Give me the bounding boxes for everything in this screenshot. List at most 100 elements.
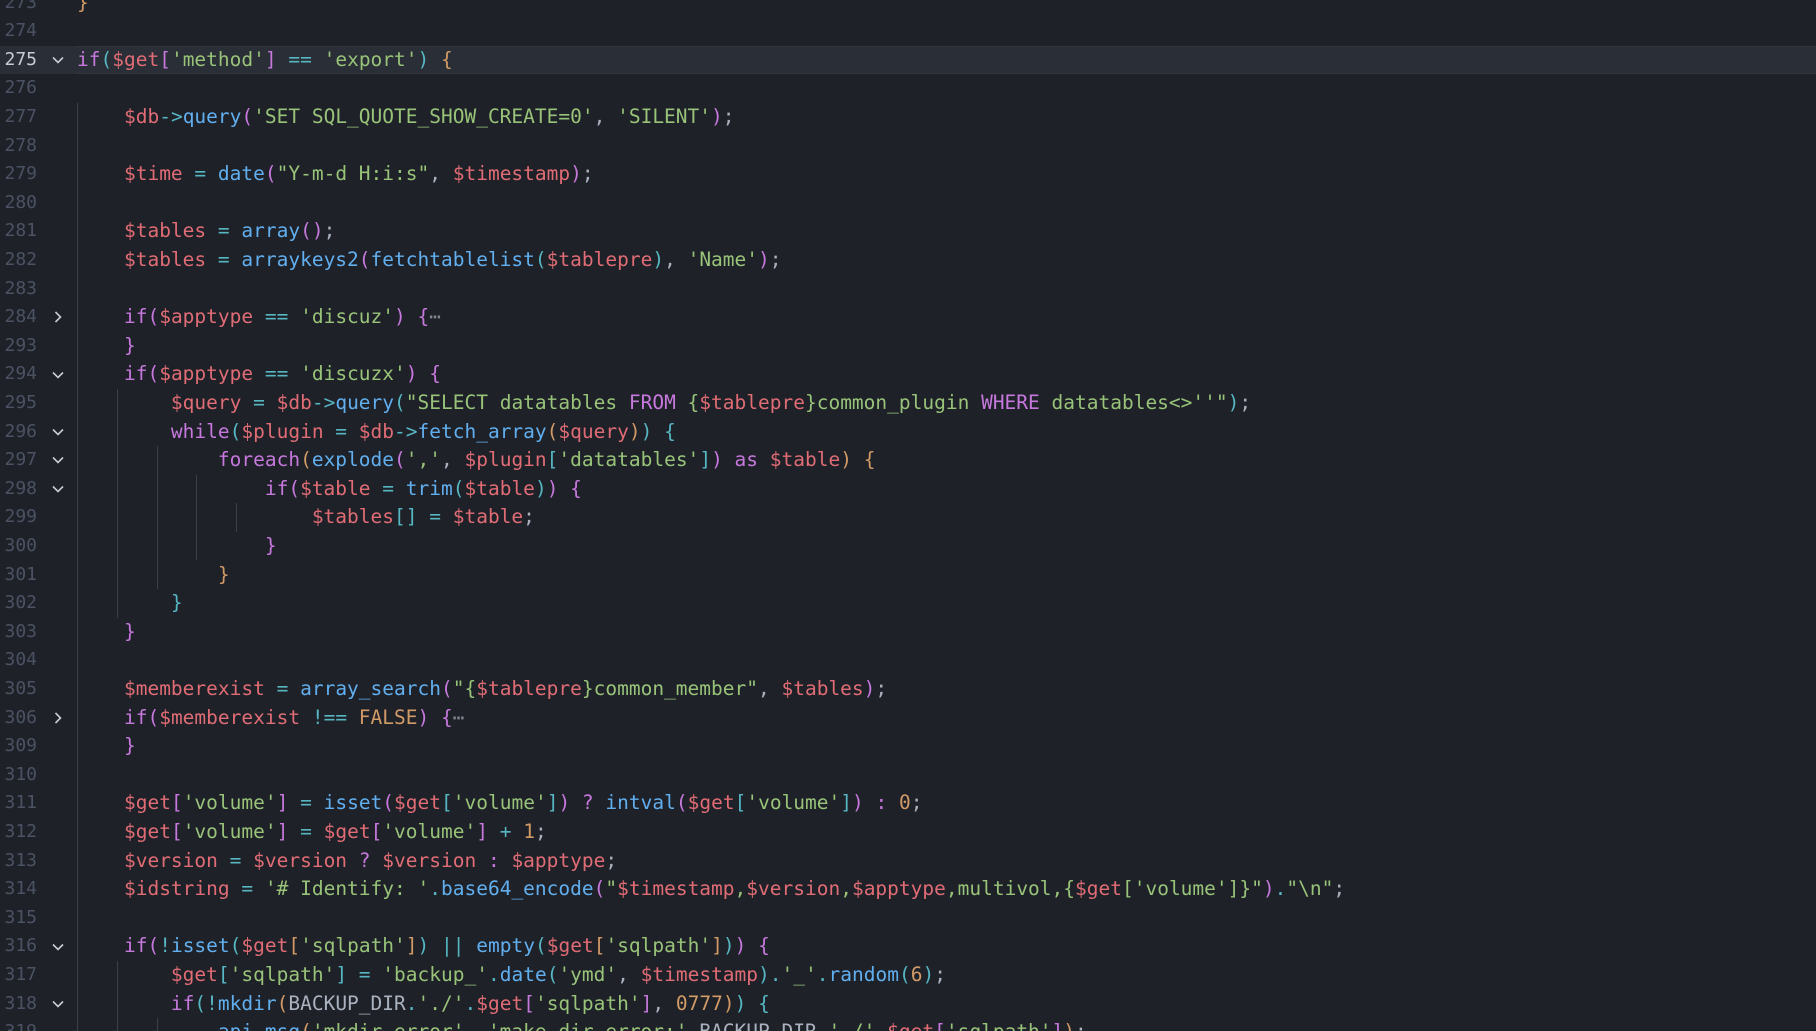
line-number: 277 — [4, 105, 37, 127]
code-line-282[interactable]: 282 $tables = arraykeys2(fetchtablelist(… — [0, 246, 1816, 275]
code-text[interactable]: $tables = arraykeys2(fetchtablelist($tab… — [77, 246, 782, 275]
code-text[interactable]: api_msg('mkdir_error', 'make dir error:'… — [77, 1018, 1087, 1031]
code-token: ] — [699, 448, 712, 472]
line-number: 275 — [4, 48, 37, 70]
code-line-293[interactable]: 293 } — [0, 332, 1816, 361]
code-text[interactable]: } — [77, 532, 277, 561]
code-text[interactable]: $tables = array(); — [77, 217, 335, 246]
code-text[interactable]: if(!mkdir(BACKUP_DIR.'./'.$get['sqlpath'… — [77, 990, 770, 1019]
code-token: ! — [159, 934, 171, 958]
code-token: } — [77, 0, 89, 14]
fold-expanded-toggle[interactable] — [50, 418, 66, 447]
code-line-280[interactable]: 280 — [0, 189, 1816, 218]
fold-expanded-toggle[interactable] — [50, 360, 66, 389]
code-line-278[interactable]: 278 — [0, 132, 1816, 161]
code-text[interactable]: } — [77, 589, 183, 618]
code-line-273[interactable]: 273 } — [0, 0, 1816, 17]
code-line-313[interactable]: 313 $version = $version ? $version : $ap… — [0, 847, 1816, 876]
code-line-299[interactable]: 299 $tables[] = $table; — [0, 503, 1816, 532]
code-token: { — [417, 362, 441, 386]
code-line-311[interactable]: 311 $get['volume'] = isset($get['volume'… — [0, 789, 1816, 818]
code-token: }common_plugin — [804, 390, 982, 414]
code-text[interactable]: while($plugin = $db->fetch_array($query)… — [77, 418, 676, 447]
code-line-284[interactable]: 284 if($apptype == 'discuz') {⋯ — [0, 303, 1816, 332]
fold-expanded-toggle[interactable] — [50, 475, 66, 504]
code-line-315[interactable]: 315 — [0, 904, 1816, 933]
code-line-274[interactable]: 274 — [0, 17, 1816, 46]
code-line-276[interactable]: 276 — [0, 74, 1816, 103]
code-line-305[interactable]: 305 $memberexist = array_search("{$table… — [0, 675, 1816, 704]
code-text[interactable]: $get['volume'] = $get['volume'] + 1; — [77, 818, 547, 847]
code-text[interactable]: if(!isset($get['sqlpath']) || empty($get… — [77, 932, 770, 961]
fold-expanded-toggle[interactable] — [50, 446, 66, 475]
code-token: '# Identify: ' — [264, 877, 430, 901]
code-text[interactable]: if($apptype == 'discuz') {⋯ — [77, 303, 441, 332]
code-line-318[interactable]: 318 if(!mkdir(BACKUP_DIR.'./'.$get['sqlp… — [0, 990, 1816, 1019]
code-token: ( — [675, 791, 688, 815]
code-text[interactable]: if($get['method'] == 'export') { — [77, 46, 453, 75]
code-line-281[interactable]: 281 $tables = array(); — [0, 217, 1816, 246]
code-editor[interactable]: 273 } 274 275 if($get['method'] == 'expo… — [0, 0, 1816, 1031]
code-token: ) — [722, 991, 735, 1015]
fold-collapsed-toggle[interactable] — [50, 704, 66, 733]
code-line-294[interactable]: 294 if($apptype == 'discuzx') { — [0, 360, 1816, 389]
code-line-277[interactable]: 277 $db->query('SET SQL_QUOTE_SHOW_CREAT… — [0, 103, 1816, 132]
code-token: arraykeys2 — [241, 247, 359, 271]
code-token: " — [605, 877, 618, 901]
code-line-314[interactable]: 314 $idstring = '# Identify: '.base64_en… — [0, 875, 1816, 904]
code-line-302[interactable]: 302 } — [0, 589, 1816, 618]
code-text[interactable]: if($memberexist !== FALSE) {⋯ — [77, 704, 465, 733]
line-number: 302 — [4, 592, 37, 614]
fold-expanded-toggle[interactable] — [50, 932, 66, 961]
code-line-300[interactable]: 300 } — [0, 532, 1816, 561]
code-line-317[interactable]: 317 $get['sqlpath'] = 'backup_'.date('ym… — [0, 961, 1816, 990]
line-number: 274 — [4, 20, 37, 42]
code-line-297[interactable]: 297 foreach(explode(',', $plugin['datata… — [0, 446, 1816, 475]
code-line-283[interactable]: 283 — [0, 275, 1816, 304]
code-line-310[interactable]: 310 — [0, 761, 1816, 790]
code-line-296[interactable]: 296 while($plugin = $db->fetch_array($qu… — [0, 418, 1816, 447]
code-text[interactable]: $get['volume'] = isset($get['volume']) ?… — [77, 789, 923, 818]
code-text[interactable]: $idstring = '# Identify: '.base64_encode… — [77, 875, 1345, 904]
code-text[interactable]: $get['sqlpath'] = 'backup_'.date('ymd', … — [77, 961, 946, 990]
code-text[interactable]: $db->query('SET SQL_QUOTE_SHOW_CREATE=0'… — [77, 103, 735, 132]
folded-region-ellipsis[interactable]: ⋯ — [453, 706, 465, 729]
fold-collapsed-toggle[interactable] — [50, 303, 66, 332]
code-text[interactable]: if($apptype == 'discuzx') { — [77, 360, 441, 389]
fold-toggle — [50, 818, 66, 847]
code-text[interactable]: $tables[] = $table; — [77, 503, 535, 532]
code-text[interactable]: } — [77, 618, 136, 647]
code-line-309[interactable]: 309 } — [0, 732, 1816, 761]
code-line-319[interactable]: 319 api_msg('mkdir_error', 'make dir err… — [0, 1018, 1816, 1031]
code-token: ( — [147, 934, 160, 958]
code-text[interactable]: } — [77, 561, 230, 590]
code-line-303[interactable]: 303 } — [0, 618, 1816, 647]
code-line-304[interactable]: 304 — [0, 646, 1816, 675]
code-text[interactable]: } — [77, 332, 136, 361]
code-line-301[interactable]: 301 } — [0, 561, 1816, 590]
code-text[interactable]: $version = $version ? $version : $apptyp… — [77, 847, 617, 876]
code-text[interactable]: if($table = trim($table)) { — [77, 475, 582, 504]
code-line-306[interactable]: 306 if($memberexist !== FALSE) {⋯ — [0, 704, 1816, 733]
code-line-298[interactable]: 298 if($table = trim($table)) { — [0, 475, 1816, 504]
fold-expanded-toggle[interactable] — [50, 46, 66, 75]
code-line-275[interactable]: 275 if($get['method'] == 'export') { — [0, 45, 1816, 75]
code-text[interactable]: foreach(explode(',', $plugin['datatables… — [77, 446, 876, 475]
fold-expanded-toggle[interactable] — [50, 990, 66, 1019]
code-token: $table — [464, 476, 535, 500]
code-text[interactable]: $query = $db->query("SELECT datatables F… — [77, 389, 1251, 418]
code-text[interactable]: $memberexist = array_search("{$tablepre}… — [77, 675, 887, 704]
chevron-down-icon — [52, 457, 64, 465]
code-line-316[interactable]: 316 if(!isset($get['sqlpath']) || empty(… — [0, 932, 1816, 961]
code-text[interactable]: } — [77, 732, 136, 761]
chevron-down-icon — [52, 1000, 64, 1008]
code-line-312[interactable]: 312 $get['volume'] = $get['volume'] + 1; — [0, 818, 1816, 847]
code-line-295[interactable]: 295 $query = $db->query("SELECT datatabl… — [0, 389, 1816, 418]
code-line-279[interactable]: 279 $time = date("Y-m-d H:i:s", $timesta… — [0, 160, 1816, 189]
code-token: . — [405, 991, 418, 1015]
code-text[interactable]: } — [77, 0, 89, 17]
code-text[interactable]: $time = date("Y-m-d H:i:s", $timestamp); — [77, 160, 594, 189]
folded-region-ellipsis[interactable]: ⋯ — [429, 305, 441, 328]
code-token: = — [229, 877, 265, 901]
